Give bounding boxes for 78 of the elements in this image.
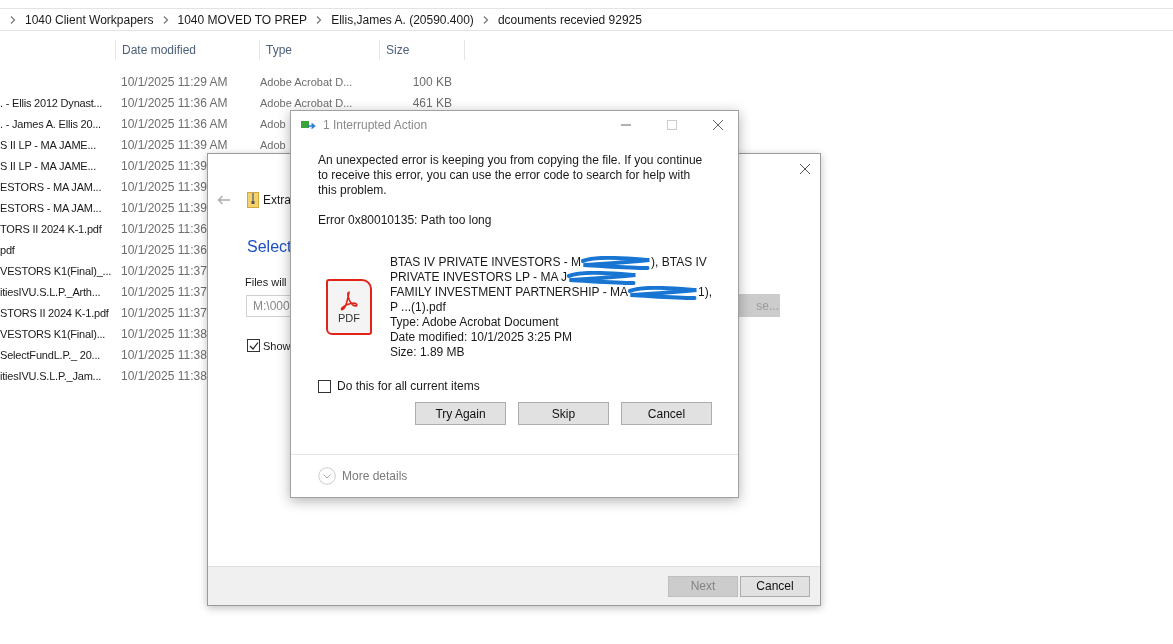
close-icon[interactable]: [713, 120, 723, 130]
date-cell: 10/1/2025 11:37: [121, 263, 207, 278]
file-name[interactable]: TORS II 2024 K-1.pdf: [0, 222, 102, 235]
file-name[interactable]: VESTORS K1(Final)_...: [0, 264, 112, 277]
size-cell: 100 KB: [412, 74, 452, 89]
type-cell: Adobe Acrobat D...: [260, 96, 353, 109]
breadcrumb-item[interactable]: Ellis,James A. (20590.400): [328, 12, 477, 27]
chevron-icon: [316, 15, 323, 24]
file-name[interactable]: . - James A. Ellis 20...: [0, 117, 101, 130]
breadcrumb-item[interactable]: 1040 Client Workpapers: [22, 12, 157, 27]
chevron-icon: [10, 15, 16, 24]
file-name[interactable]: itiesIVU.S.L.P._Jam...: [0, 369, 102, 382]
file-name[interactable]: . - Ellis 2012 Dynast...: [0, 96, 103, 109]
breadcrumb-item[interactable]: dcouments recevied 92925: [494, 12, 645, 27]
redaction-scribble: [581, 255, 652, 270]
date-cell: 10/1/2025 11:38: [121, 326, 207, 341]
date-cell: 10/1/2025 11:37: [121, 305, 207, 320]
size-cell: 461 KB: [412, 95, 452, 110]
date-cell: 10/1/2025 11:37: [121, 284, 207, 299]
date-cell: 10/1/2025 11:36: [121, 242, 207, 257]
redaction-scribble: [628, 285, 698, 300]
file-name[interactable]: SelectFundL.P._ 20...: [0, 348, 101, 361]
checkbox-label: Show: [263, 339, 291, 352]
type-cell: Adobe Acrobat D...: [260, 75, 353, 88]
file-name[interactable]: itiesIVU.S.L.P._Arth...: [0, 285, 101, 298]
date-cell: 10/1/2025 11:38: [121, 368, 207, 383]
wizard-heading: Select: [247, 238, 292, 256]
file-name-text: P ...(1).pdf: [389, 300, 446, 315]
date-cell: 10/1/2025 11:39 AM: [121, 137, 228, 152]
file-detail: Size: 1.89 MB: [389, 345, 466, 360]
file-name[interactable]: ESTORS - MA JAM...: [0, 201, 102, 214]
file-detail: Date modified: 10/1/2025 3:25 PM: [389, 330, 574, 345]
date-cell: 10/1/2025 11:36 AM: [121, 95, 228, 110]
chevron-icon: [482, 15, 489, 24]
close-icon[interactable]: [800, 164, 810, 174]
date-cell: 10/1/2025 11:39: [121, 179, 207, 194]
zip-folder-icon: [247, 192, 259, 208]
file-name[interactable]: S II LP - MA JAME...: [0, 138, 97, 151]
type-cell: Adob: [260, 117, 286, 130]
checkbox-label: Do this for all current items: [337, 379, 480, 393]
window-title: Extra: [263, 193, 291, 207]
breadcrumb-item[interactable]: 1040 MOVED TO PREP: [174, 12, 311, 27]
error-code: Error 0x80010135: Path too long: [318, 213, 493, 227]
column-header[interactable]: Date modified: [115, 40, 259, 60]
checkbox[interactable]: [247, 339, 260, 352]
dialog-button[interactable]: Cancel: [621, 402, 712, 425]
more-details-link[interactable]: More details: [342, 469, 408, 483]
file-name[interactable]: pdf: [0, 243, 15, 256]
dialog-button[interactable]: Try Again: [415, 402, 506, 425]
column-header[interactable]: Type: [259, 40, 379, 60]
file-name-text: 1),: [698, 285, 712, 300]
date-cell: 10/1/2025 11:36: [121, 221, 207, 236]
error-message: An unexpected error is keeping you from copying the file. If you continue to receive this error, you can use the error code to search for help with this problem.: [318, 153, 704, 198]
file-name-text: FAMILY INVESTMENT PARTNERSHIP - MA: [389, 285, 628, 300]
dialog-button[interactable]: Skip: [518, 402, 609, 425]
chevron-icon: [162, 15, 169, 24]
redaction-scribble: [567, 270, 638, 285]
file-name[interactable]: S II LP - MA JAME...: [0, 159, 97, 172]
date-cell: 10/1/2025 11:36 AM: [121, 116, 228, 131]
dialog-title: 1 Interrupted Action: [323, 118, 428, 132]
copy-transfer-icon: [301, 120, 317, 130]
file-name-text: PRIVATE INVESTORS LP - MA J: [389, 270, 568, 285]
file-detail: Type: Adobe Acrobat Document: [389, 315, 560, 330]
date-cell: 10/1/2025 11:29 AM: [121, 74, 228, 89]
wizard-button[interactable]: Cancel: [740, 575, 810, 597]
file-name-text: BTAS IV PRIVATE INVESTORS - M: [389, 255, 582, 270]
column-header[interactable]: Size: [379, 40, 465, 60]
date-cell: 10/1/2025 11:39: [121, 158, 207, 173]
type-cell: Adob: [260, 138, 286, 151]
date-cell: 10/1/2025 11:38: [121, 347, 207, 362]
date-cell: 10/1/2025 11:39: [121, 200, 207, 215]
file-name[interactable]: VESTORS K1(Final)...: [0, 327, 106, 340]
file-name[interactable]: ESTORS - MA JAM...: [0, 180, 102, 193]
checkbox[interactable]: [318, 379, 331, 393]
field-label: Files will: [245, 276, 287, 288]
pdf-file-icon: PDF: [326, 279, 372, 335]
file-name-text: ), BTAS IV: [651, 255, 707, 270]
file-name[interactable]: STORS II 2024 K-1.pdf: [0, 306, 109, 319]
